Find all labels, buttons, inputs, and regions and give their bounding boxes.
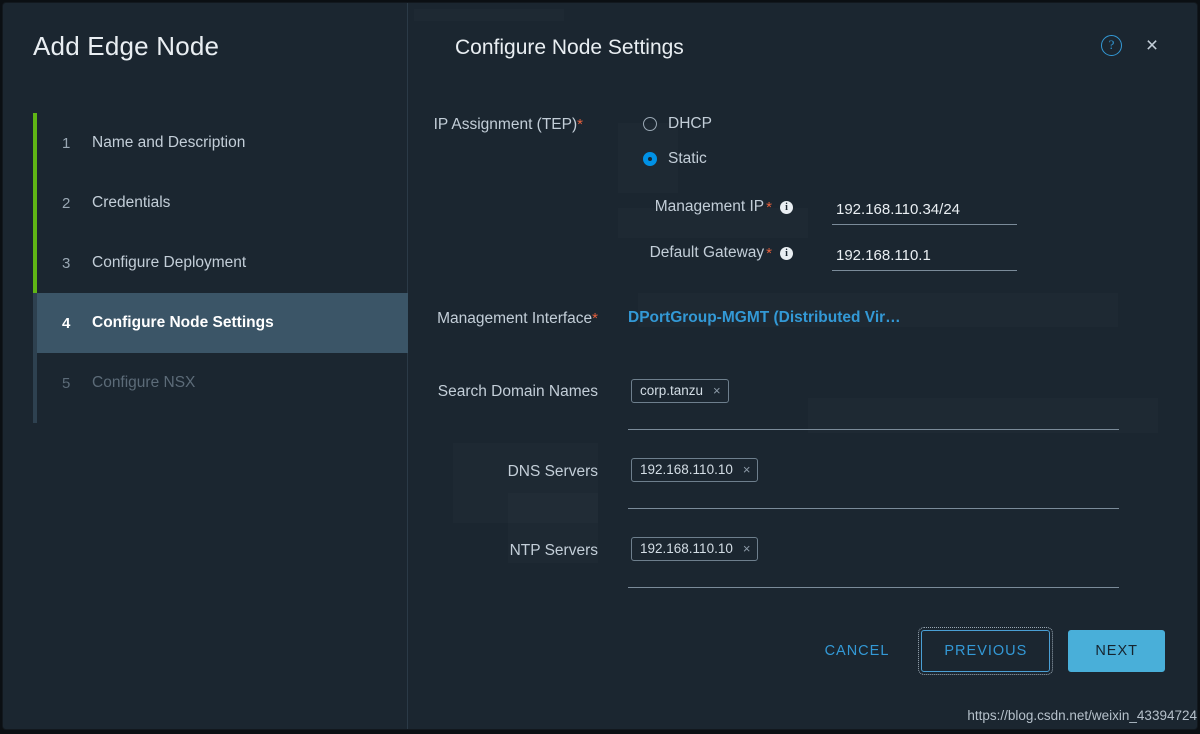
bg-artifact — [453, 443, 598, 523]
required-marker: * — [766, 199, 772, 216]
chip-remove-icon[interactable]: × — [743, 463, 751, 476]
watermark-url: https://blog.csdn.net/weixin_43394724 — [967, 708, 1197, 723]
radio-dhcp-label: DHCP — [668, 115, 712, 133]
radio-static-icon[interactable] — [643, 152, 657, 166]
header-actions: ? × — [1101, 35, 1162, 56]
radio-option-static[interactable]: Static — [643, 150, 707, 168]
chip[interactable]: 192.168.110.10 × — [631, 537, 758, 561]
management-ip-input[interactable] — [832, 201, 1017, 225]
step-number: 2 — [62, 195, 92, 212]
search-domain-names-label: Search Domain Names — [408, 383, 598, 401]
required-marker: * — [577, 116, 583, 133]
radio-option-dhcp[interactable]: DHCP — [643, 115, 712, 133]
step-number: 4 — [62, 315, 92, 332]
bg-artifact — [414, 9, 564, 21]
ntp-servers-chipbox[interactable]: 192.168.110.10 × — [628, 529, 1119, 588]
required-marker: * — [592, 310, 598, 327]
wizard-title: Add Edge Node — [33, 31, 219, 62]
step-number: 3 — [62, 255, 92, 272]
page-title: Configure Node Settings — [455, 36, 684, 60]
help-icon[interactable]: ? — [1101, 35, 1122, 56]
chip-label: 192.168.110.10 — [640, 541, 733, 556]
wizard-footer: CANCEL PREVIOUS NEXT — [811, 630, 1165, 672]
radio-static-label: Static — [668, 150, 707, 168]
wizard-steps: 1 Name and Description 2 Credentials 3 C… — [33, 113, 407, 413]
step-label: Configure Deployment — [92, 254, 246, 272]
management-interface-label: Management Interface* — [408, 310, 598, 328]
sidebar-step-configure-node-settings[interactable]: 4 Configure Node Settings — [37, 293, 408, 353]
chip[interactable]: 192.168.110.10 × — [631, 458, 758, 482]
next-button[interactable]: NEXT — [1068, 630, 1165, 672]
step-label: Name and Description — [92, 134, 245, 152]
required-marker: * — [766, 245, 772, 262]
dns-servers-chipbox[interactable]: 192.168.110.10 × — [628, 450, 1119, 509]
ntp-servers-label: NTP Servers — [408, 542, 598, 560]
close-icon[interactable]: × — [1142, 36, 1162, 56]
sidebar-step-configure-deployment[interactable]: 3 Configure Deployment — [37, 233, 408, 293]
info-icon[interactable]: i — [780, 247, 793, 260]
chip-remove-icon[interactable]: × — [743, 542, 751, 555]
dns-servers-label: DNS Servers — [408, 463, 598, 481]
add-edge-node-wizard: Add Edge Node 1 Name and Description 2 C… — [2, 2, 1198, 730]
step-number: 1 — [62, 135, 92, 152]
search-domain-names-chipbox[interactable]: corp.tanzu × — [628, 371, 1119, 430]
management-ip-label: Management IP*i — [608, 198, 793, 216]
chip-label: 192.168.110.10 — [640, 462, 733, 477]
chip-remove-icon[interactable]: × — [713, 384, 721, 397]
cancel-button[interactable]: CANCEL — [811, 633, 904, 669]
management-interface-value[interactable]: DPortGroup-MGMT (Distributed Vir… — [628, 309, 901, 327]
radio-dhcp-icon[interactable] — [643, 117, 657, 131]
step-label: Configure NSX — [92, 374, 195, 392]
default-gateway-label: Default Gateway*i — [608, 244, 793, 262]
previous-button[interactable]: PREVIOUS — [921, 630, 1050, 672]
default-gateway-input[interactable] — [832, 247, 1017, 271]
ip-assignment-label: IP Assignment (TEP)* — [408, 116, 583, 134]
sidebar-step-name-and-description[interactable]: 1 Name and Description — [37, 113, 408, 173]
chip-label: corp.tanzu — [640, 383, 703, 398]
step-label: Configure Node Settings — [92, 314, 274, 332]
step-number: 5 — [62, 375, 92, 392]
step-label: Credentials — [92, 194, 170, 212]
info-icon[interactable]: i — [780, 201, 793, 214]
chip[interactable]: corp.tanzu × — [631, 379, 729, 403]
sidebar-step-credentials[interactable]: 2 Credentials — [37, 173, 408, 233]
sidebar-step-configure-nsx: 5 Configure NSX — [37, 353, 408, 413]
wizard-main-panel: Configure Node Settings ? × IP Assignmen… — [408, 3, 1197, 729]
wizard-sidebar: Add Edge Node 1 Name and Description 2 C… — [3, 3, 408, 729]
